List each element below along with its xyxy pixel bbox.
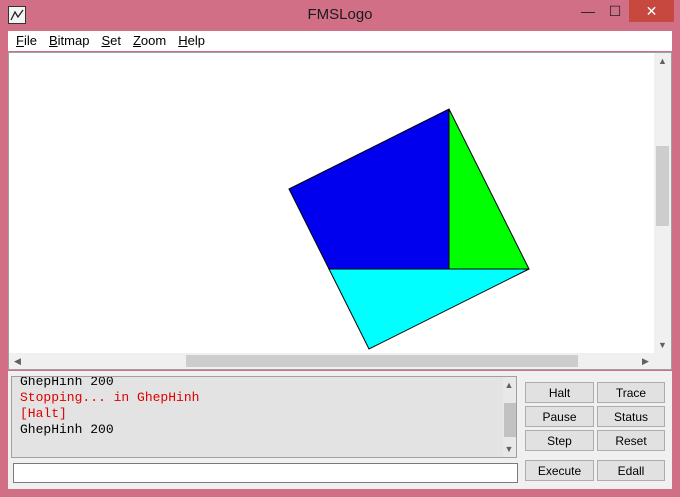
menu-bar: File Bitmap Set Zoom Help (8, 31, 672, 51)
horizontal-scrollbar[interactable]: ◀ ▶ (9, 353, 654, 369)
green-triangle (448, 108, 530, 270)
vertical-scrollbar[interactable]: ▲ ▼ (654, 53, 671, 353)
scroll-left-icon[interactable]: ◀ (9, 353, 26, 369)
close-button[interactable]: ✕ (629, 0, 674, 22)
trace-button[interactable]: Trace (597, 382, 665, 403)
halt-button[interactable]: Halt (525, 382, 594, 403)
history-scroll-down-icon[interactable]: ▼ (502, 441, 516, 457)
menu-file[interactable]: File (10, 31, 43, 51)
horizontal-scroll-thumb[interactable] (186, 355, 578, 367)
history-line[interactable]: GhepHinh 200 (20, 422, 199, 438)
pause-button[interactable]: Pause (525, 406, 594, 427)
history-lines: GhepHinh 200 Stopping... in GhepHinh [Ha… (20, 377, 199, 438)
menu-zoom[interactable]: Zoom (127, 31, 172, 51)
drawing-svg (288, 108, 530, 350)
step-button[interactable]: Step (525, 430, 594, 451)
scroll-up-icon[interactable]: ▲ (654, 53, 671, 69)
blue-square (288, 108, 450, 270)
menu-help[interactable]: Help (172, 31, 211, 51)
reset-button[interactable]: Reset (597, 430, 665, 451)
maximize-button[interactable]: ☐ (602, 0, 628, 22)
history-line[interactable]: Stopping... in GhepHinh (20, 390, 199, 406)
drawing-area: ▲ ▼ ◀ ▶ (8, 52, 672, 370)
status-button[interactable]: Status (597, 406, 665, 427)
execute-button[interactable]: Execute (525, 460, 594, 481)
command-history[interactable]: GhepHinh 200 Stopping... in GhepHinh [Ha… (11, 376, 517, 458)
history-scroll-up-icon[interactable]: ▲ (502, 377, 516, 393)
vertical-scroll-thumb[interactable] (656, 146, 669, 226)
command-input[interactable] (13, 463, 518, 483)
menu-bitmap[interactable]: Bitmap (43, 31, 95, 51)
history-scroll-thumb[interactable] (504, 403, 516, 437)
scroll-down-icon[interactable]: ▼ (654, 337, 671, 353)
scroll-corner (654, 353, 671, 369)
app-logo-icon[interactable] (8, 6, 26, 24)
logo-canvas[interactable] (9, 53, 654, 353)
commander-panel: GhepHinh 200 Stopping... in GhepHinh [Ha… (8, 371, 672, 489)
edall-button[interactable]: Edall (597, 460, 665, 481)
cyan-triangle (328, 268, 530, 350)
minimize-button[interactable]: — (574, 0, 602, 22)
title-bar: FMSLogo — ☐ ✕ (0, 0, 680, 32)
history-scrollbar[interactable]: ▲ ▼ (502, 377, 516, 457)
history-line[interactable]: [Halt] (20, 406, 199, 422)
scroll-right-icon[interactable]: ▶ (637, 353, 654, 369)
menu-set[interactable]: Set (95, 31, 127, 51)
history-line[interactable]: GhepHinh 200 (20, 377, 199, 390)
